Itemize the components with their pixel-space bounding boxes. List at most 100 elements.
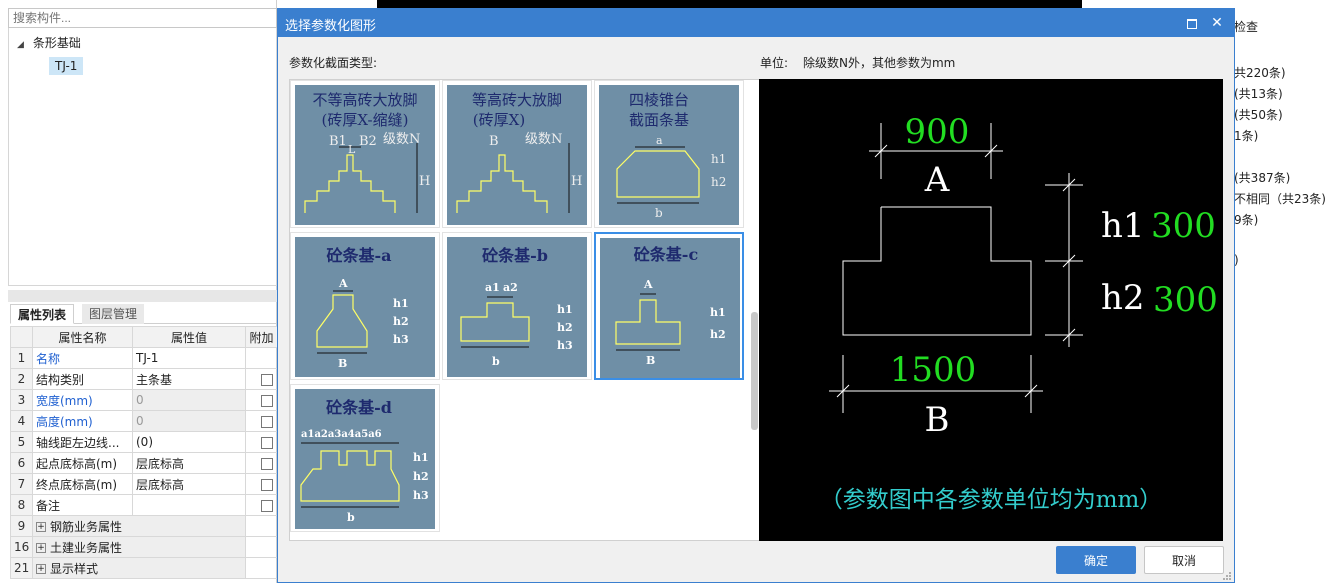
- table-row[interactable]: 2 结构类别 主条基: [10, 368, 278, 390]
- extra-cell: [245, 536, 278, 558]
- property-value[interactable]: 主条基: [132, 368, 246, 390]
- thumb-title: 砼条基-a: [326, 246, 391, 265]
- thumb-label: h3: [557, 339, 573, 352]
- gallery-scrollbar[interactable]: [751, 312, 758, 430]
- shape-thumb-concrete-a[interactable]: 砼条基-a A h1 h2 h3 B: [290, 232, 440, 380]
- table-row[interactable]: 5 轴线距左边线... (0): [10, 431, 278, 453]
- expand-plus-icon[interactable]: +: [36, 522, 46, 532]
- collapse-triangle-icon[interactable]: ◢: [17, 36, 29, 54]
- thumb-label: h3: [393, 333, 409, 346]
- table-row-group[interactable]: 16 + 土建业务属性: [10, 536, 278, 558]
- section-type-label: 参数化截面类型:: [289, 56, 378, 70]
- check-item[interactable]: (共13条): [1234, 85, 1283, 102]
- extra-checkbox[interactable]: [261, 436, 273, 449]
- expand-plus-icon[interactable]: +: [36, 543, 46, 553]
- panel-splitter[interactable]: [8, 290, 277, 302]
- shape-thumb-image: 砼条基-b a1 a2 h1 h2 h3 b: [447, 237, 587, 377]
- table-row[interactable]: 8 备注: [10, 494, 278, 516]
- thumb-label: B: [646, 354, 655, 367]
- shape-thumb-concrete-b[interactable]: 砼条基-b a1 a2 h1 h2 h3 b: [442, 232, 592, 380]
- table-row-group[interactable]: 9 + 钢筋业务属性: [10, 515, 278, 537]
- table-header-row: 属性名称 属性值 附加: [10, 326, 278, 348]
- tab-layer-manager[interactable]: 图层管理: [82, 304, 145, 324]
- table-row[interactable]: 7 终点底标高(m) 层底标高: [10, 473, 278, 495]
- group-cell[interactable]: + 显示样式: [32, 557, 246, 579]
- thumb-label: B: [489, 134, 499, 149]
- property-value[interactable]: 层底标高: [132, 473, 246, 495]
- thumb-label: a2: [503, 281, 518, 294]
- resize-grip-icon[interactable]: [1222, 571, 1232, 581]
- table-row-group[interactable]: 21 + 显示样式: [10, 557, 278, 579]
- preview-drawing: 900 A h1 300 h2 300 1500 B （参数图中各参数单位均为m…: [820, 112, 1218, 513]
- maximize-icon[interactable]: [1184, 16, 1198, 30]
- property-name: 宽度(mm): [32, 389, 133, 411]
- dim-a-label: A: [924, 160, 950, 200]
- extra-cell: [245, 557, 278, 579]
- check-item[interactable]: 不相同（共23条): [1234, 190, 1326, 207]
- dim-h2-value: 300: [1153, 280, 1218, 320]
- search-input[interactable]: [8, 8, 277, 28]
- thumb-label: a: [656, 134, 663, 147]
- check-item[interactable]: 共220条): [1234, 64, 1286, 81]
- column-header-extra: 附加: [245, 326, 278, 348]
- thumb-label: H: [571, 174, 582, 189]
- tree-node-tj-1[interactable]: TJ-1: [49, 57, 84, 75]
- property-value[interactable]: 0: [132, 410, 246, 432]
- expand-plus-icon[interactable]: +: [36, 564, 46, 574]
- thumb-label: h1: [413, 451, 429, 464]
- extra-checkbox[interactable]: [261, 478, 273, 491]
- tree-node-label: 条形基础: [32, 36, 81, 50]
- property-name: 终点底标高(m): [32, 473, 133, 495]
- group-cell[interactable]: + 钢筋业务属性: [32, 515, 246, 537]
- shape-gallery: 不等高砖大放脚 (砖厚X-缩缝) B1 L B2 级数N H 等高砖大放脚 (砖…: [289, 79, 761, 541]
- thumb-label: A: [643, 278, 653, 291]
- extra-cell: [245, 368, 278, 390]
- thumb-label: L: [348, 143, 356, 156]
- extra-checkbox[interactable]: [261, 499, 273, 512]
- shape-thumb-pyramid[interactable]: 四棱锥台 截面条基 a h1 h2 b: [594, 80, 744, 228]
- property-name: 备注: [32, 494, 133, 516]
- dialog-title-bar[interactable]: 选择参数化图形 ✕: [278, 9, 1234, 37]
- check-item[interactable]: 1条): [1234, 127, 1258, 144]
- extra-checkbox[interactable]: [261, 373, 273, 386]
- thumb-label: h2: [557, 321, 573, 334]
- row-number: 2: [10, 368, 33, 390]
- property-value[interactable]: TJ-1: [132, 347, 246, 369]
- table-row[interactable]: 3 宽度(mm) 0: [10, 389, 278, 411]
- extra-cell: [245, 389, 278, 411]
- dim-b-label: B: [925, 400, 950, 440]
- ok-button[interactable]: 确定: [1056, 546, 1136, 574]
- table-row[interactable]: 4 高度(mm) 0: [10, 410, 278, 432]
- extra-cell: [245, 431, 278, 453]
- table-row[interactable]: 1 名称 TJ-1: [10, 347, 278, 369]
- property-value[interactable]: (0): [132, 431, 246, 453]
- extra-checkbox[interactable]: [261, 457, 273, 470]
- dim-a-value: 900: [905, 112, 970, 152]
- shape-thumb-concrete-d[interactable]: 砼条基-d a1a2a3a4a5a6 h1 h2 h3 b: [290, 384, 440, 532]
- check-item[interactable]: (共50条): [1234, 106, 1283, 123]
- tree-node-strip-foundation[interactable]: ◢ 条形基础: [17, 34, 81, 52]
- check-item[interactable]: 9条): [1234, 211, 1258, 228]
- extra-checkbox[interactable]: [261, 394, 273, 407]
- property-value[interactable]: [132, 494, 246, 516]
- extra-cell: [245, 494, 278, 516]
- cancel-button[interactable]: 取消: [1144, 546, 1224, 574]
- shape-thumb-brick-equal[interactable]: 等高砖大放脚 (砖厚X) B 级数N H: [442, 80, 592, 228]
- thumb-subtitle: (砖厚X): [473, 111, 525, 129]
- tab-property-list[interactable]: 属性列表: [10, 304, 75, 324]
- property-value[interactable]: 层底标高: [132, 452, 246, 474]
- shape-thumb-concrete-c[interactable]: 砼条基-c A h1 h2 B: [594, 232, 744, 380]
- thumb-subtitle: 截面条基: [629, 111, 689, 129]
- thumb-title: 砼条基-d: [326, 398, 392, 417]
- property-value[interactable]: 0: [132, 389, 246, 411]
- extra-checkbox[interactable]: [261, 415, 273, 428]
- drawing-canvas[interactable]: [377, 0, 1082, 8]
- group-cell[interactable]: + 土建业务属性: [32, 536, 246, 558]
- close-icon[interactable]: ✕: [1208, 13, 1226, 33]
- table-row[interactable]: 6 起点底标高(m) 层底标高: [10, 452, 278, 474]
- check-item[interactable]: (共387条): [1234, 169, 1290, 186]
- row-number: 8: [10, 494, 33, 516]
- extra-cell: [245, 410, 278, 432]
- property-name: 结构类别: [32, 368, 133, 390]
- shape-thumb-brick-unequal[interactable]: 不等高砖大放脚 (砖厚X-缩缝) B1 L B2 级数N H: [290, 80, 440, 228]
